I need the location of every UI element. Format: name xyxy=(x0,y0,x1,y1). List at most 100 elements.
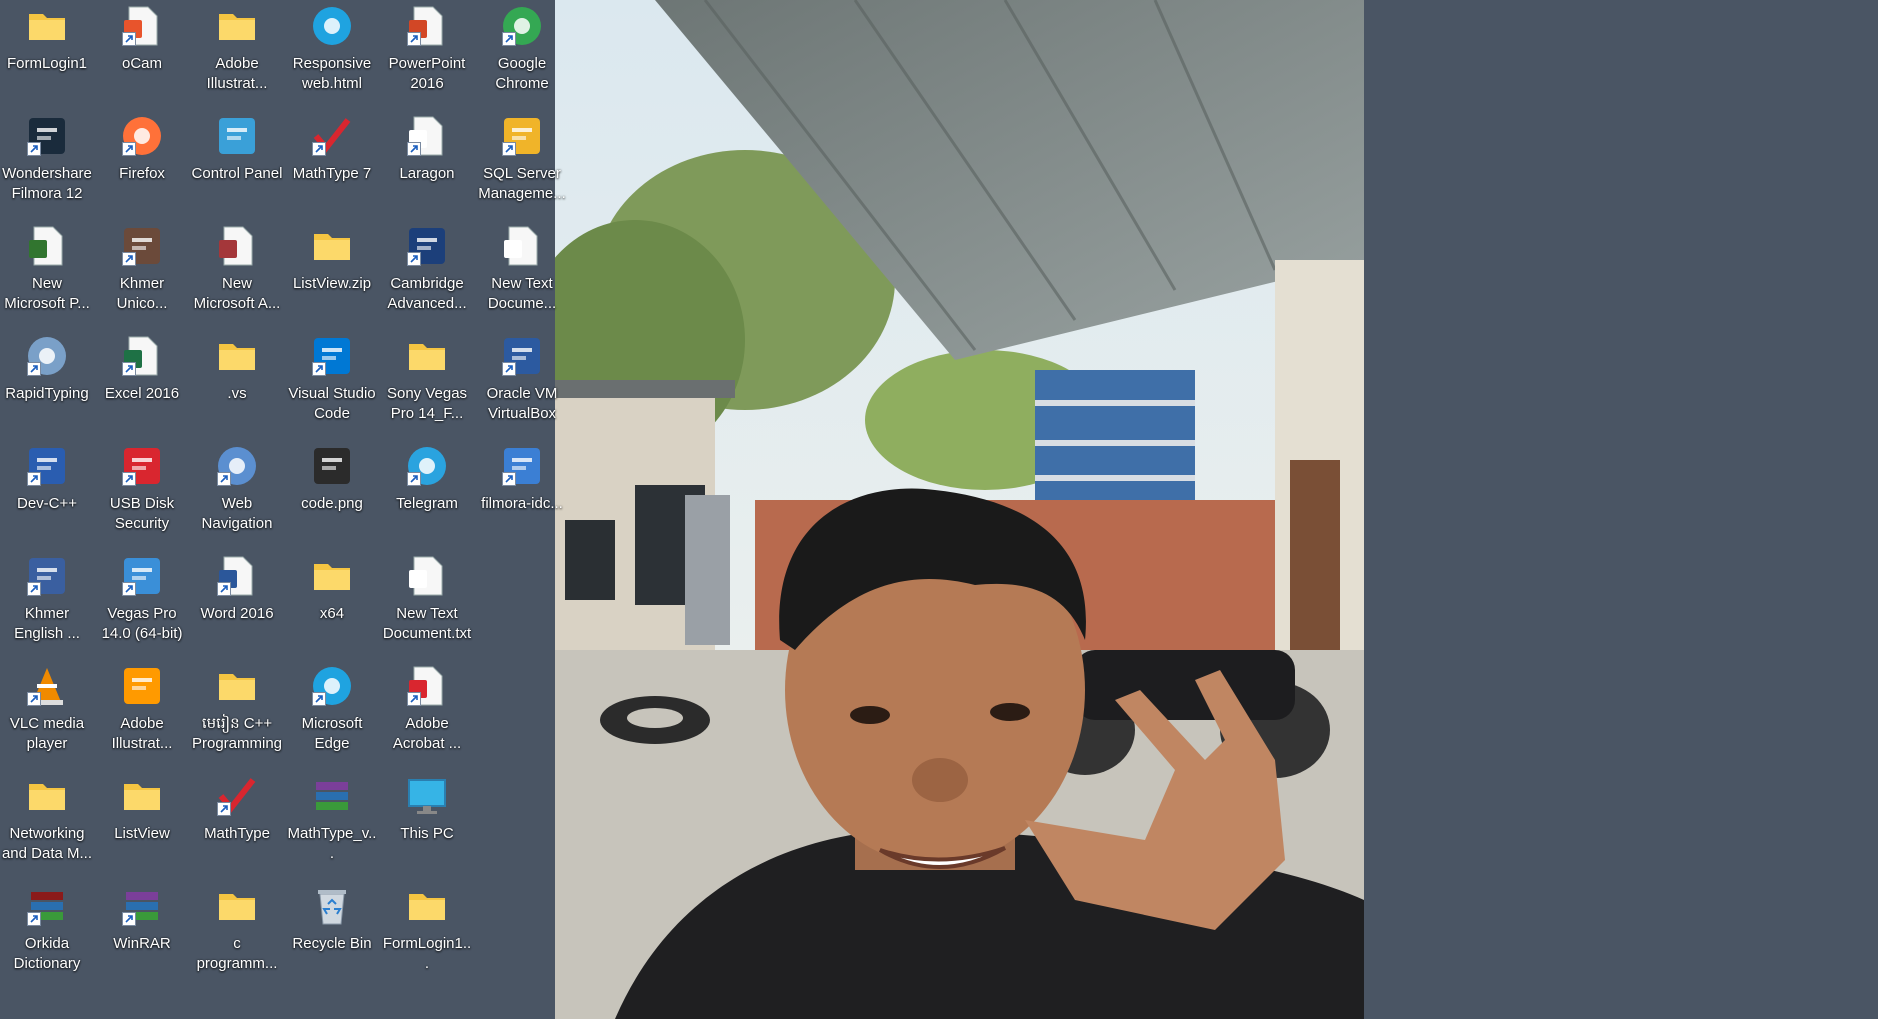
devcpp-icon xyxy=(25,444,69,488)
desktop-icon-label: x64 xyxy=(319,605,345,622)
project-icon xyxy=(25,224,69,268)
mathtype-icon xyxy=(310,114,354,158)
shortcut-arrow-icon xyxy=(217,802,231,816)
desktop-icon[interactable]: មេរៀន C++ Programming xyxy=(190,660,284,766)
desktop-icon[interactable]: SQL Server Manageme... xyxy=(475,110,569,216)
desktop-icon[interactable]: x64 xyxy=(285,550,379,656)
desktop-icon[interactable]: PowerPoint 2016 xyxy=(380,0,474,106)
desktop-icon-label: មេរៀន C++ Programming xyxy=(191,715,283,752)
desktop-icon[interactable]: Sony Vegas Pro 14_F... xyxy=(380,330,474,436)
desktop-icon[interactable]: Control Panel xyxy=(190,110,284,216)
shortcut-arrow-icon xyxy=(217,472,231,486)
desktop-icon-label: MathType_v... xyxy=(287,825,377,862)
desktop-icon[interactable]: Khmer Unico... xyxy=(95,220,189,326)
folder-icon xyxy=(120,774,164,818)
desktop-icon[interactable]: MathType 7 xyxy=(285,110,379,216)
desktop-icon[interactable]: VLC media player xyxy=(0,660,94,766)
desktop-icon[interactable]: This PC xyxy=(380,770,474,876)
desktop-icon-label: Word 2016 xyxy=(200,605,274,622)
folder-icon xyxy=(25,4,69,48)
desktop-icon[interactable]: Wondershare Filmora 12 xyxy=(0,110,94,216)
desktop[interactable]: FormLogin1 oCam Adobe Illustrat... Responsi… xyxy=(0,0,1878,1019)
chrome-icon xyxy=(500,4,544,48)
filmora-icon xyxy=(25,114,69,158)
desktop-icon-label: Vegas Pro 14.0 (64-bit) xyxy=(101,605,183,642)
telegram-icon xyxy=(405,444,449,488)
desktop-icon[interactable]: New Text Document.txt xyxy=(380,550,474,656)
desktop-icon[interactable]: Oracle VM VirtualBox xyxy=(475,330,569,436)
desktop-icon[interactable]: Excel 2016 xyxy=(95,330,189,436)
desktop-icon[interactable]: New Microsoft A... xyxy=(190,220,284,326)
shortcut-arrow-icon xyxy=(502,472,516,486)
desktop-icon[interactable]: Telegram xyxy=(380,440,474,546)
desktop-icon-label: Wondershare Filmora 12 xyxy=(2,165,92,202)
desktop-icon[interactable]: FormLogin1... xyxy=(380,880,474,986)
desktop-icon[interactable]: Cambridge Advanced... xyxy=(380,220,474,326)
desktop-icon[interactable]: Adobe Illustrat... xyxy=(95,660,189,766)
desktop-icon-label: Telegram xyxy=(396,495,458,512)
shortcut-arrow-icon xyxy=(407,32,421,46)
shortcut-arrow-icon xyxy=(27,692,41,706)
desktop-icon[interactable]: Adobe Acrobat ... xyxy=(380,660,474,766)
desktop-icon-label: New Microsoft A... xyxy=(193,275,281,312)
desktop-icon-label: WinRAR xyxy=(113,935,171,952)
desktop-icon-label: Excel 2016 xyxy=(104,385,180,402)
desktop-icon-label: Sony Vegas Pro 14_F... xyxy=(386,385,468,422)
acrobat-icon xyxy=(405,664,449,708)
desktop-icon-label: Responsive web.html xyxy=(292,55,372,92)
desktop-icon[interactable]: Word 2016 xyxy=(190,550,284,656)
desktop-icon[interactable]: Google Chrome xyxy=(475,0,569,106)
shortcut-arrow-icon xyxy=(407,472,421,486)
shortcut-arrow-icon xyxy=(312,362,326,376)
desktop-icon[interactable]: Orkida Dictionary xyxy=(0,880,94,986)
desktop-icon[interactable]: RapidTyping xyxy=(0,330,94,436)
desktop-icon[interactable]: FormLogin1 xyxy=(0,0,94,106)
desktop-icon-label: oCam xyxy=(121,55,162,72)
zip-folder-icon xyxy=(310,224,354,268)
desktop-icon[interactable]: filmora-idc... xyxy=(475,440,569,546)
desktop-icon-label: Adobe Acrobat ... xyxy=(392,715,462,752)
wallpaper-photo xyxy=(555,0,1364,1019)
desktop-icon[interactable]: New Text Docume... xyxy=(475,220,569,326)
excel-icon xyxy=(120,334,164,378)
folder-icon xyxy=(215,664,259,708)
desktop-icon[interactable]: Networking and Data M... xyxy=(0,770,94,876)
desktop-icon[interactable]: Khmer English ... xyxy=(0,550,94,656)
desktop-icon-label: Google Chrome xyxy=(495,55,549,92)
desktop-icon[interactable]: Firefox xyxy=(95,110,189,216)
desktop-icon[interactable]: New Microsoft P... xyxy=(0,220,94,326)
desktop-icon[interactable]: Recycle Bin xyxy=(285,880,379,986)
text-file-icon xyxy=(500,224,544,268)
text-file-icon xyxy=(405,554,449,598)
mathtype-icon xyxy=(215,774,259,818)
desktop-icon[interactable]: Adobe Illustrat... xyxy=(190,0,284,106)
desktop-icon-label: Laragon xyxy=(399,165,455,182)
desktop-icon[interactable]: c programm... xyxy=(190,880,284,986)
desktop-icon[interactable]: .vs xyxy=(190,330,284,436)
desktop-icon[interactable]: oCam xyxy=(95,0,189,106)
keyboard-icon xyxy=(120,224,164,268)
desktop-icon[interactable]: code.png xyxy=(285,440,379,546)
desktop-icon-label: c programm... xyxy=(196,935,278,972)
desktop-icon[interactable]: MathType_v... xyxy=(285,770,379,876)
desktop-icon[interactable]: ListView xyxy=(95,770,189,876)
desktop-icon-label: Control Panel xyxy=(191,165,283,182)
desktop-icon[interactable]: ListView.zip xyxy=(285,220,379,326)
desktop-icon[interactable]: WinRAR xyxy=(95,880,189,986)
shortcut-arrow-icon xyxy=(122,912,136,926)
shield-icon xyxy=(120,444,164,488)
folder-icon xyxy=(215,884,259,928)
access-icon xyxy=(215,224,259,268)
desktop-icon-label: Khmer English ... xyxy=(14,605,80,642)
shortcut-arrow-icon xyxy=(407,692,421,706)
desktop-icon[interactable]: Microsoft Edge xyxy=(285,660,379,766)
desktop-icon[interactable]: Responsive web.html xyxy=(285,0,379,106)
desktop-icon[interactable]: Web Navigation xyxy=(190,440,284,546)
vegas-icon xyxy=(120,554,164,598)
desktop-icon[interactable]: Laragon xyxy=(380,110,474,216)
desktop-icon[interactable]: Visual Studio Code xyxy=(285,330,379,436)
desktop-icon[interactable]: USB Disk Security xyxy=(95,440,189,546)
desktop-icon[interactable]: Dev-C++ xyxy=(0,440,94,546)
desktop-icon[interactable]: MathType xyxy=(190,770,284,876)
desktop-icon[interactable]: Vegas Pro 14.0 (64-bit) xyxy=(95,550,189,656)
